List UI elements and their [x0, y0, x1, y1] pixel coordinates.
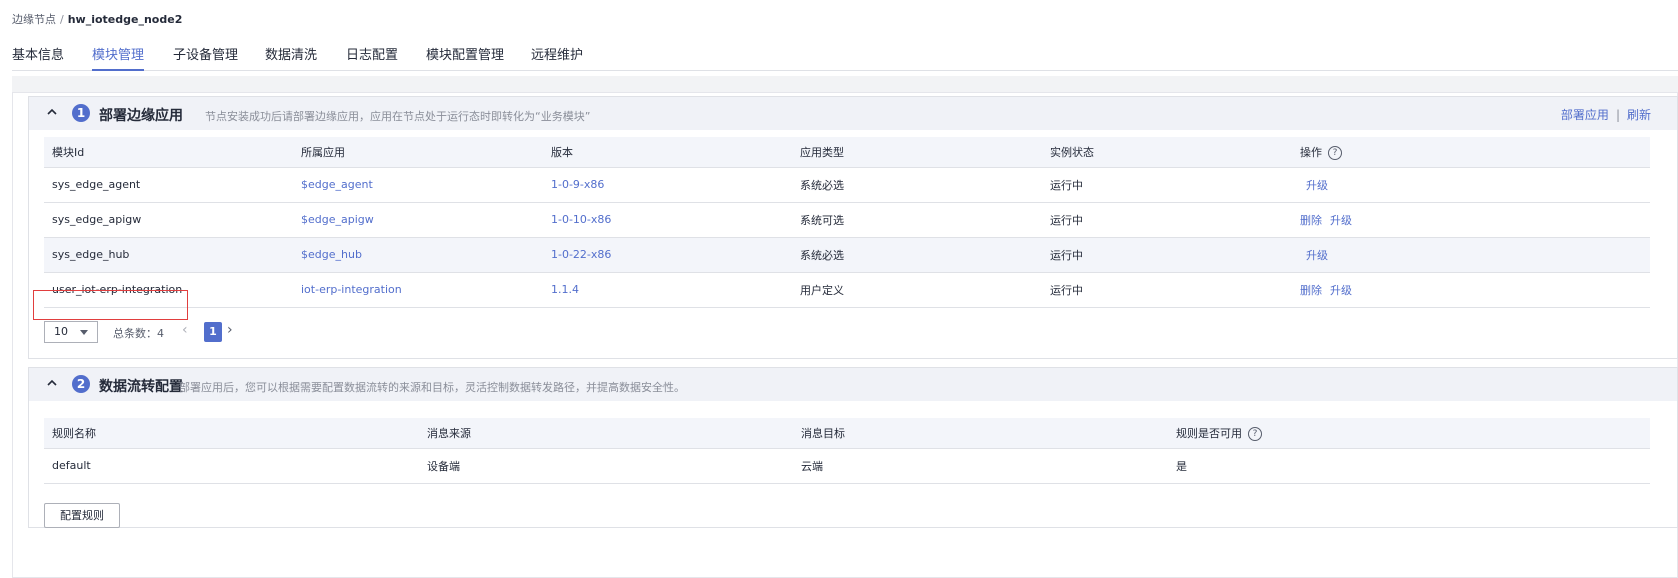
app-link[interactable]: $edge_agent	[301, 178, 373, 191]
delete-link[interactable]: 删除	[1300, 214, 1322, 227]
tab-sub-device-management[interactable]: 子设备管理	[173, 44, 238, 71]
configure-rules-button[interactable]: 配置规则	[44, 503, 120, 528]
column-header-app-type: 应用类型	[792, 137, 1042, 168]
upgrade-link[interactable]: 升级	[1330, 284, 1352, 297]
target-cell: 云端	[793, 448, 1168, 484]
tab-basic-info[interactable]: 基本信息	[12, 44, 64, 71]
prev-page-icon[interactable]: ‹	[182, 322, 188, 338]
module-id-cell: sys_edge_agent	[44, 167, 293, 203]
version-link[interactable]: 1.1.4	[551, 283, 579, 296]
caret-down-icon	[80, 330, 88, 335]
breadcrumb-separator: /	[60, 13, 64, 26]
section-title: 数据流转配置	[99, 379, 183, 395]
total-count: 总条数：4	[113, 325, 164, 341]
tab-log-config[interactable]: 日志配置	[346, 44, 398, 71]
section-header: 2 数据流转配置 部署应用后，您可以根据需要配置数据流转的来源和目标，灵活控制数…	[29, 368, 1677, 401]
column-header-operations: 操作	[1300, 145, 1322, 159]
module-id-cell: sys_edge_apigw	[44, 202, 293, 238]
section-header: 1 部署边缘应用 节点安装成功后请部署边缘应用，应用在节点处于运行态时即转化为“…	[29, 97, 1677, 130]
app-type-cell: 系统必选	[792, 167, 1042, 203]
tab-module-config-management[interactable]: 模块配置管理	[426, 44, 504, 71]
tab-data-cleaning[interactable]: 数据清洗	[265, 44, 317, 71]
app-type-cell: 用户定义	[792, 272, 1042, 308]
app-link[interactable]: $edge_hub	[301, 248, 362, 261]
table-row: user_iot-erp-integration iot-erp-integra…	[44, 272, 1650, 308]
page-size-value: 10	[54, 325, 68, 338]
section-description: 部署应用后，您可以根据需要配置数据流转的来源和目标，灵活控制数据转发路径，并提高…	[179, 381, 685, 394]
version-link[interactable]: 1-0-9-x86	[551, 178, 604, 191]
section-title: 部署边缘应用	[99, 108, 183, 124]
module-id-cell: sys_edge_hub	[44, 237, 293, 273]
app-type-cell: 系统必选	[792, 237, 1042, 273]
chevron-up-icon[interactable]	[45, 376, 59, 390]
column-header-instance-status: 实例状态	[1042, 137, 1292, 168]
highlight-annotation-box	[33, 290, 188, 320]
table-row: sys_edge_hub $edge_hub 1-0-22-x86 系统必选 运…	[44, 237, 1650, 273]
page-number-button[interactable]: 1	[204, 322, 222, 342]
breadcrumb: 边缘节点 / hw_iotedge_node2	[12, 11, 182, 27]
rule-name-cell: default	[44, 448, 419, 484]
deploy-edge-app-section: 1 部署边缘应用 节点安装成功后请部署边缘应用，应用在节点处于运行态时即转化为“…	[28, 96, 1678, 359]
source-cell: 设备端	[419, 448, 793, 484]
breadcrumb-parent-link[interactable]: 边缘节点	[12, 13, 56, 26]
total-label: 总条数：	[113, 327, 157, 340]
status-cell: 运行中	[1042, 167, 1292, 203]
column-header-enabled-cell: 规则是否可用?	[1168, 418, 1650, 449]
status-cell: 运行中	[1042, 237, 1292, 273]
upgrade-link[interactable]: 升级	[1306, 179, 1328, 192]
refresh-link[interactable]: 刷新	[1627, 108, 1651, 122]
table-header-row: 规则名称 消息来源 消息目标 规则是否可用?	[44, 418, 1650, 449]
column-header-module-id: 模块Id	[44, 137, 293, 168]
action-divider: |	[1615, 108, 1620, 122]
module-table: 模块Id 所属应用 版本 应用类型 实例状态 操作? sys_edge_agen…	[44, 137, 1650, 308]
tab-bar: 基本信息 模块管理 子设备管理 数据清洗 日志配置 模块配置管理 远程维护	[12, 38, 1678, 71]
data-flow-config-section: 2 数据流转配置 部署应用后，您可以根据需要配置数据流转的来源和目标，灵活控制数…	[28, 367, 1678, 528]
step-number-badge: 2	[72, 375, 90, 393]
status-cell: 运行中	[1042, 272, 1292, 308]
section-header-actions: 部署应用 | 刷新	[1561, 106, 1651, 123]
column-header-enabled: 规则是否可用	[1176, 426, 1242, 440]
table-row: sys_edge_apigw $edge_apigw 1-0-10-x86 系统…	[44, 202, 1650, 238]
enabled-cell: 是	[1168, 448, 1650, 484]
column-header-target: 消息目标	[793, 418, 1168, 449]
tab-remote-maintenance[interactable]: 远程维护	[531, 44, 583, 71]
column-header-version: 版本	[543, 137, 792, 168]
app-type-cell: 系统可选	[792, 202, 1042, 238]
tab-module-management[interactable]: 模块管理	[92, 44, 145, 71]
table-row: sys_edge_agent $edge_agent 1-0-9-x86 系统必…	[44, 167, 1650, 203]
status-cell: 运行中	[1042, 202, 1292, 238]
upgrade-link[interactable]: 升级	[1306, 249, 1328, 262]
help-icon[interactable]: ?	[1328, 145, 1342, 160]
total-value: 4	[157, 327, 164, 340]
app-link[interactable]: $edge_apigw	[301, 213, 374, 226]
column-header-app: 所属应用	[293, 137, 543, 168]
table-row: default 设备端 云端 是	[44, 448, 1650, 484]
page-size-select[interactable]: 10	[44, 321, 98, 343]
column-header-rule-name: 规则名称	[44, 418, 419, 449]
breadcrumb-current: hw_iotedge_node2	[67, 13, 183, 26]
upgrade-link[interactable]: 升级	[1330, 214, 1352, 227]
deploy-app-link[interactable]: 部署应用	[1561, 108, 1609, 122]
section-description: 节点安装成功后请部署边缘应用，应用在节点处于运行态时即转化为“业务模块”	[205, 110, 591, 123]
chevron-up-icon[interactable]	[45, 105, 59, 119]
step-number-badge: 1	[72, 104, 90, 122]
help-icon[interactable]: ?	[1248, 426, 1262, 441]
rule-table: 规则名称 消息来源 消息目标 规则是否可用? default 设备端 云端 是	[44, 418, 1650, 484]
column-header-source: 消息来源	[419, 418, 793, 449]
table-header-row: 模块Id 所属应用 版本 应用类型 实例状态 操作?	[44, 137, 1650, 168]
version-link[interactable]: 1-0-10-x86	[551, 213, 611, 226]
next-page-icon[interactable]: ›	[227, 322, 233, 338]
version-link[interactable]: 1-0-22-x86	[551, 248, 611, 261]
app-link[interactable]: iot-erp-integration	[301, 283, 402, 296]
column-header-operations-cell: 操作?	[1292, 137, 1650, 168]
delete-link[interactable]: 删除	[1300, 284, 1322, 297]
